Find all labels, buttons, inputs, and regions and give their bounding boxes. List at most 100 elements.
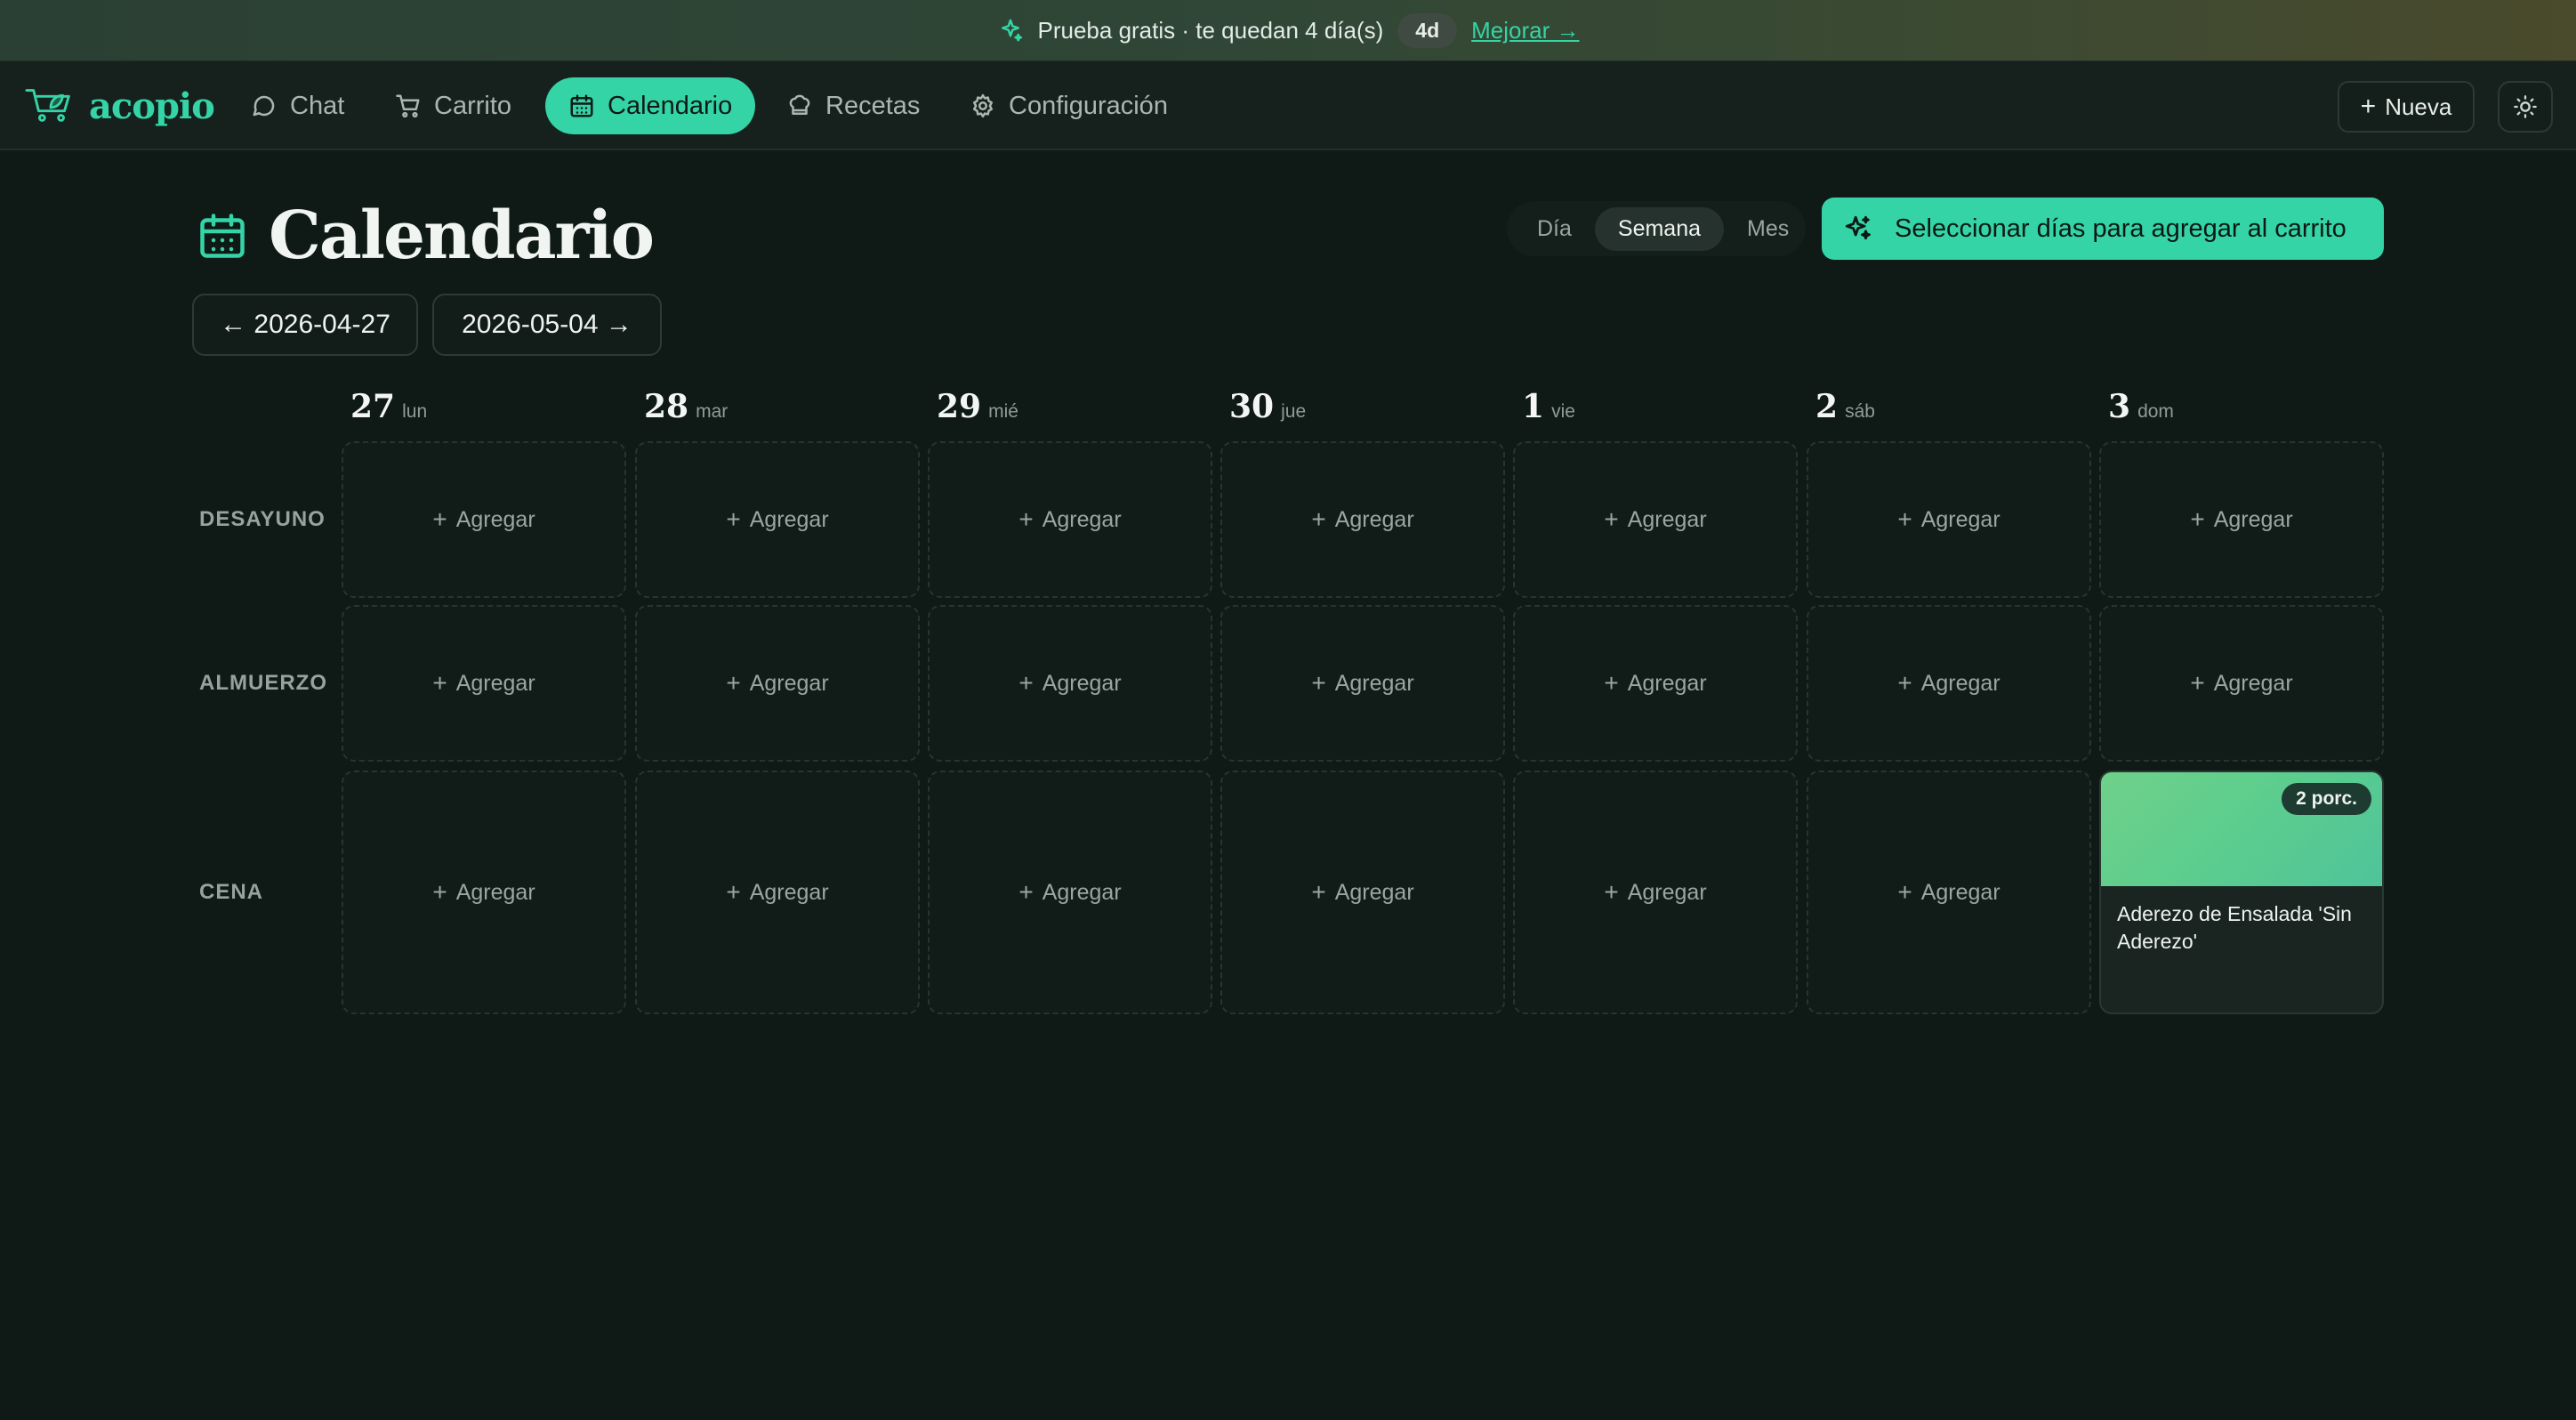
nav-chat-label: Chat xyxy=(290,91,345,120)
add-meal-slot[interactable]: + Agregar xyxy=(928,605,1212,762)
trial-banner: Prueba gratis · te quedan 4 día(s) 4d Me… xyxy=(0,0,2576,61)
plus-icon: + xyxy=(1018,669,1034,697)
add-meal-slot[interactable]: + Agregar xyxy=(342,771,626,1014)
nav-configuracion[interactable]: Configuración xyxy=(946,77,1191,134)
add-meal-slot[interactable]: + Agregar xyxy=(635,441,920,598)
add-meal-slot[interactable]: + Agregar xyxy=(635,771,920,1014)
day-header: 28 mar xyxy=(644,388,728,425)
plus-icon: + xyxy=(1604,505,1619,533)
page-title: Calendario xyxy=(269,198,655,274)
select-days-button[interactable]: Seleccionar días para agregar al carrito xyxy=(1822,198,2384,260)
add-label: Agregar xyxy=(1920,670,2000,696)
plus-icon: + xyxy=(1897,669,1912,697)
gear-icon xyxy=(973,93,993,118)
day-name: mar xyxy=(696,401,729,422)
add-meal-slot[interactable]: + Agregar xyxy=(1513,605,1798,762)
add-meal-slot[interactable]: + Agregar xyxy=(1220,605,1505,762)
cart-icon xyxy=(396,94,420,118)
add-label: Agregar xyxy=(1042,879,1122,905)
add-label: Agregar xyxy=(1042,670,1122,696)
add-meal-slot[interactable]: + Agregar xyxy=(2099,605,2384,762)
add-meal-slot[interactable]: + Agregar xyxy=(1220,441,1505,598)
plus-icon: + xyxy=(1604,669,1619,697)
plus-icon: + xyxy=(2190,505,2205,533)
plus-icon: + xyxy=(726,505,741,533)
add-meal-slot[interactable]: + Agregar xyxy=(928,771,1212,1014)
add-label: Agregar xyxy=(749,506,829,532)
nav-calendario-label: Calendario xyxy=(608,91,733,120)
plus-icon: + xyxy=(2190,669,2205,697)
day-name: sáb xyxy=(1845,401,1875,422)
plus-icon: + xyxy=(1018,505,1034,533)
select-days-label: Seleccionar días para agregar al carrito xyxy=(1895,214,2347,243)
new-button-label: Nueva xyxy=(2385,93,2452,120)
meal-image: 2 porc. xyxy=(2101,772,2382,886)
add-meal-slot[interactable]: + Agregar xyxy=(635,605,920,762)
add-label: Agregar xyxy=(2213,506,2293,532)
chef-hat-icon xyxy=(789,94,810,115)
meal-row-label: ALMUERZO xyxy=(199,671,327,695)
day-number: 30 xyxy=(1229,388,1275,425)
days-left-badge: 4d xyxy=(1397,12,1458,48)
plus-icon: + xyxy=(1311,669,1326,697)
add-meal-slot[interactable]: + Agregar xyxy=(342,441,626,598)
view-day[interactable]: Día xyxy=(1514,207,1595,251)
view-month[interactable]: Mes xyxy=(1724,207,1812,251)
view-week[interactable]: Semana xyxy=(1594,206,1725,251)
plus-icon: + xyxy=(1311,878,1326,906)
day-header: 30 jue xyxy=(1229,388,1306,425)
plus-icon: + xyxy=(432,505,447,533)
planned-meal-card[interactable]: 2 porc. Aderezo de Ensalada 'Sin Aderezo' xyxy=(2099,771,2384,1014)
top-navbar: acopio Chat Carrito Calendario Recetas C… xyxy=(0,61,2576,150)
theme-toggle-button[interactable] xyxy=(2498,81,2553,133)
add-label: Agregar xyxy=(1334,670,1414,696)
nav-recetas[interactable]: Recetas xyxy=(763,77,943,134)
trial-text: Prueba gratis · te quedan 4 día(s) xyxy=(1037,16,1384,44)
day-number: 27 xyxy=(350,388,396,425)
day-number: 3 xyxy=(2108,388,2131,425)
day-number: 2 xyxy=(1815,388,1839,425)
meal-row-label: DESAYUNO xyxy=(199,507,326,531)
day-name: dom xyxy=(2137,401,2174,422)
add-meal-slot[interactable]: + Agregar xyxy=(1807,771,2091,1014)
meal-title: Aderezo de Ensalada 'Sin Aderezo' xyxy=(2117,902,2352,953)
new-button[interactable]: + Nueva xyxy=(2338,81,2475,133)
add-meal-slot[interactable]: + Agregar xyxy=(342,605,626,762)
add-meal-slot[interactable]: + Agregar xyxy=(2099,441,2384,598)
plus-icon: + xyxy=(2360,92,2377,121)
add-label: Agregar xyxy=(749,670,829,696)
add-label: Agregar xyxy=(455,879,535,905)
day-header: 3 dom xyxy=(2108,388,2174,425)
add-meal-slot[interactable]: + Agregar xyxy=(1807,605,2091,762)
day-name: vie xyxy=(1551,401,1575,422)
day-name: lun xyxy=(402,401,428,422)
meal-row-label: CENA xyxy=(199,880,264,904)
prev-week-button[interactable]: ← 2026-04-27 xyxy=(192,294,418,356)
plus-icon: + xyxy=(1604,878,1619,906)
logo[interactable]: acopio xyxy=(25,85,215,128)
plus-icon: + xyxy=(1018,878,1034,906)
next-week-button[interactable]: 2026-05-04 → xyxy=(432,294,662,356)
add-label: Agregar xyxy=(1334,506,1414,532)
nav-calendario[interactable]: Calendario xyxy=(545,77,756,134)
add-label: Agregar xyxy=(1334,879,1414,905)
add-meal-slot[interactable]: + Agregar xyxy=(1807,441,2091,598)
add-label: Agregar xyxy=(1627,506,1707,532)
sparkle-icon xyxy=(997,17,1024,44)
day-number: 1 xyxy=(1522,388,1545,425)
add-label: Agregar xyxy=(455,506,535,532)
logo-text: acopio xyxy=(89,85,215,127)
sparkle-icon xyxy=(1845,215,1871,240)
upgrade-link[interactable]: Mejorar → xyxy=(1471,17,1579,44)
add-meal-slot[interactable]: + Agregar xyxy=(1513,441,1798,598)
nav-configuracion-label: Configuración xyxy=(1009,91,1168,120)
add-label: Agregar xyxy=(455,670,535,696)
day-header: 29 mié xyxy=(937,388,1018,425)
add-meal-slot[interactable]: + Agregar xyxy=(1220,771,1505,1014)
add-meal-slot[interactable]: + Agregar xyxy=(928,441,1212,598)
nav-carrito[interactable]: Carrito xyxy=(372,77,535,134)
day-name: jue xyxy=(1281,401,1307,422)
plus-icon: + xyxy=(432,669,447,697)
add-meal-slot[interactable]: + Agregar xyxy=(1513,771,1798,1014)
nav-chat[interactable]: Chat xyxy=(228,77,367,134)
